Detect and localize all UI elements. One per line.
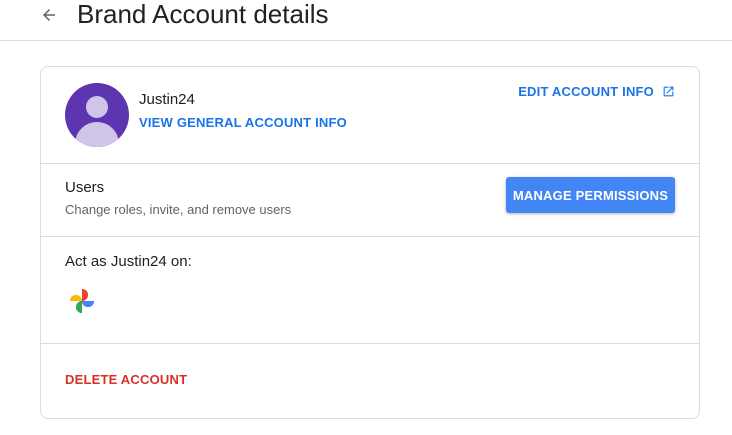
delete-section: DELETE ACCOUNT [41,344,699,418]
delete-account-link[interactable]: DELETE ACCOUNT [65,372,187,387]
account-details-card: Justin24 VIEW GENERAL ACCOUNT INFO EDIT … [40,66,700,419]
arrow-back-icon [43,9,55,21]
page-title: Brand Account details [77,0,329,29]
profile-section: Justin24 VIEW GENERAL ACCOUNT INFO EDIT … [41,67,699,164]
back-button[interactable] [36,2,62,28]
edit-account-info-label: EDIT ACCOUNT INFO [518,84,654,99]
users-title: Users [65,179,105,196]
act-as-section: Act as Justin24 on: [41,237,699,344]
account-name: Justin24 [139,91,195,108]
act-as-title: Act as Justin24 on: [65,253,192,270]
avatar [65,83,129,147]
google-photos-icon[interactable] [67,286,97,316]
users-section: Users Change roles, invite, and remove u… [41,164,699,237]
avatar-body-shape [75,122,119,147]
open-in-new-icon [663,86,674,97]
users-subtitle: Change roles, invite, and remove users [65,202,292,217]
edit-account-info-link[interactable]: EDIT ACCOUNT INFO [518,84,675,99]
view-general-account-info-link[interactable]: VIEW GENERAL ACCOUNT INFO [139,115,347,130]
manage-permissions-button[interactable]: MANAGE PERMISSIONS [506,177,675,213]
avatar-head-shape [86,96,108,118]
page-header: Brand Account details [0,0,732,41]
